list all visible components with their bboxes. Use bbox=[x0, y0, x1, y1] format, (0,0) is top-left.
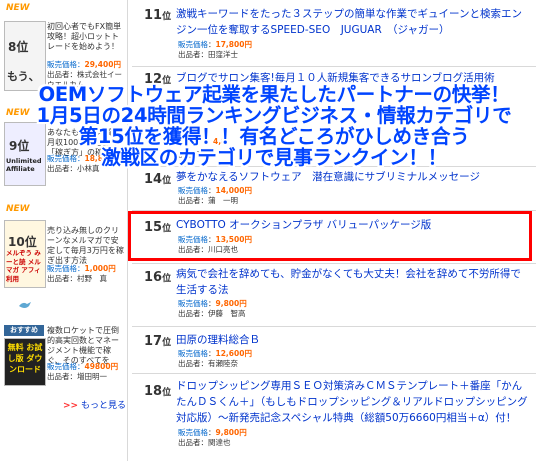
rank-label: 10位 bbox=[8, 235, 37, 249]
sidebar: NEW 8位 もう、 初回心者でもFX簡単攻略！超小ロットトレードを始めよう！ … bbox=[0, 0, 127, 461]
announcement-line: OEMソフトウェア起業を果たしたパートナーの快挙！ bbox=[38, 83, 510, 106]
product-title-link[interactable]: 病気で会社を辞めても、貯金がなくても大丈夫！会社を辞めて不労所得で生活する法 bbox=[176, 266, 531, 298]
price-line: 販売価格：9,800円 bbox=[178, 299, 247, 308]
announcement-line: 第15位を獲得！！有名どころがひしめき合う bbox=[78, 125, 470, 148]
price-line: 販売価格：14,000円 bbox=[178, 186, 252, 195]
product-description[interactable]: 初回心者でもFX簡単攻略！超小ロットトレードを始めよう！ bbox=[47, 22, 125, 52]
seller-line: 出品者：有瀬陸奈 bbox=[178, 359, 238, 368]
seller-line: 出品者：増田明一 bbox=[47, 372, 107, 381]
rank-number: 16位 bbox=[144, 270, 172, 285]
rank-number: 11位 bbox=[144, 8, 172, 23]
product-thumbnail[interactable]: 8位 もう、 bbox=[4, 21, 46, 91]
seller-line: 出品者：関達也 bbox=[178, 438, 231, 447]
seller-line: 出品者：村野 真 bbox=[47, 274, 107, 283]
rank-number: 18位 bbox=[144, 384, 172, 399]
more-label: もっと見る bbox=[80, 401, 126, 411]
seller-line: 出品者：田窪洋士 bbox=[178, 50, 238, 59]
price-line: 販売価格：9,800円 bbox=[178, 428, 247, 437]
rank-number: 14位 bbox=[144, 172, 172, 187]
seller-line: 出品者：伊藤 智高 bbox=[178, 309, 246, 318]
product-thumbnail[interactable]: 無料 お試し版 ダウンロード bbox=[4, 338, 46, 386]
price-line: 販売価格：49800円 bbox=[47, 362, 119, 371]
row-divider bbox=[132, 263, 536, 264]
seller-line: 出品者：蒲 一明 bbox=[178, 196, 238, 205]
new-badge: NEW bbox=[6, 204, 30, 214]
announcement-line: 激戦区のカテゴリで見事ランクイン！！ bbox=[101, 146, 447, 169]
price-line: 販売価格：1,000円 bbox=[47, 264, 116, 273]
rank-number: 17位 bbox=[144, 334, 172, 349]
more-link[interactable]: >> もっと見る bbox=[63, 398, 126, 411]
product-thumbnail[interactable]: 10位 メルぞう みーと読 メルマガ アフィ 利用 bbox=[4, 220, 46, 288]
thumb-caption: メルぞう みーと読 メルマガ アフィ 利用 bbox=[6, 249, 41, 283]
price-line: 販売価格：29,400円 bbox=[47, 60, 121, 69]
product-title-link[interactable]: 激戦キーワードをたった３ステップの簡単な作業でギュイーンと検索エンジン一位を奪取… bbox=[176, 6, 531, 38]
row-divider bbox=[132, 373, 536, 374]
row-divider bbox=[132, 66, 536, 67]
more-arrow-icon: >> bbox=[63, 401, 79, 411]
new-badge: NEW bbox=[6, 3, 30, 13]
product-description[interactable]: 売り込み無しのクリーンなメルマガで安定して毎月3万円を稼ぎ出す方法 bbox=[47, 226, 125, 266]
row-divider bbox=[132, 326, 536, 327]
thumb-caption: もう、 bbox=[7, 70, 40, 83]
announcement-overlay: OEMソフトウェア起業を果たしたパートナーの快挙！ 1月5日の24時間ランキング… bbox=[8, 84, 540, 168]
product-title-link[interactable]: ドロップシッピング専用ＳＥＯ対策済みＣＭＳテンプレート＋番座「かんたんＤＳくん＋… bbox=[176, 378, 531, 426]
bird-icon bbox=[19, 302, 31, 308]
highlight-frame bbox=[128, 211, 532, 261]
thumb-caption: 無料 お試し版 ダウンロード bbox=[7, 343, 43, 374]
price-line: 販売価格：12,600円 bbox=[178, 349, 252, 358]
product-description[interactable]: 複数ロケットで圧倒的高実回数とマネージメント機能で稼ぐ、そのすべてを bbox=[47, 326, 125, 366]
announcement-line: 1月5日の24時間ランキングビジネス・情報カテゴリで bbox=[36, 104, 512, 127]
product-title-link[interactable]: 夢をかなえるソフトウェア 潜在意識にサブリミナルメッセージ bbox=[176, 169, 531, 185]
recommend-badge: おすすめ bbox=[4, 325, 44, 336]
price-line: 販売価格：17,800円 bbox=[178, 40, 252, 49]
rank-label: 8位 bbox=[8, 40, 29, 54]
product-title-link[interactable]: 田原の理料総合Ｂ bbox=[176, 332, 531, 348]
